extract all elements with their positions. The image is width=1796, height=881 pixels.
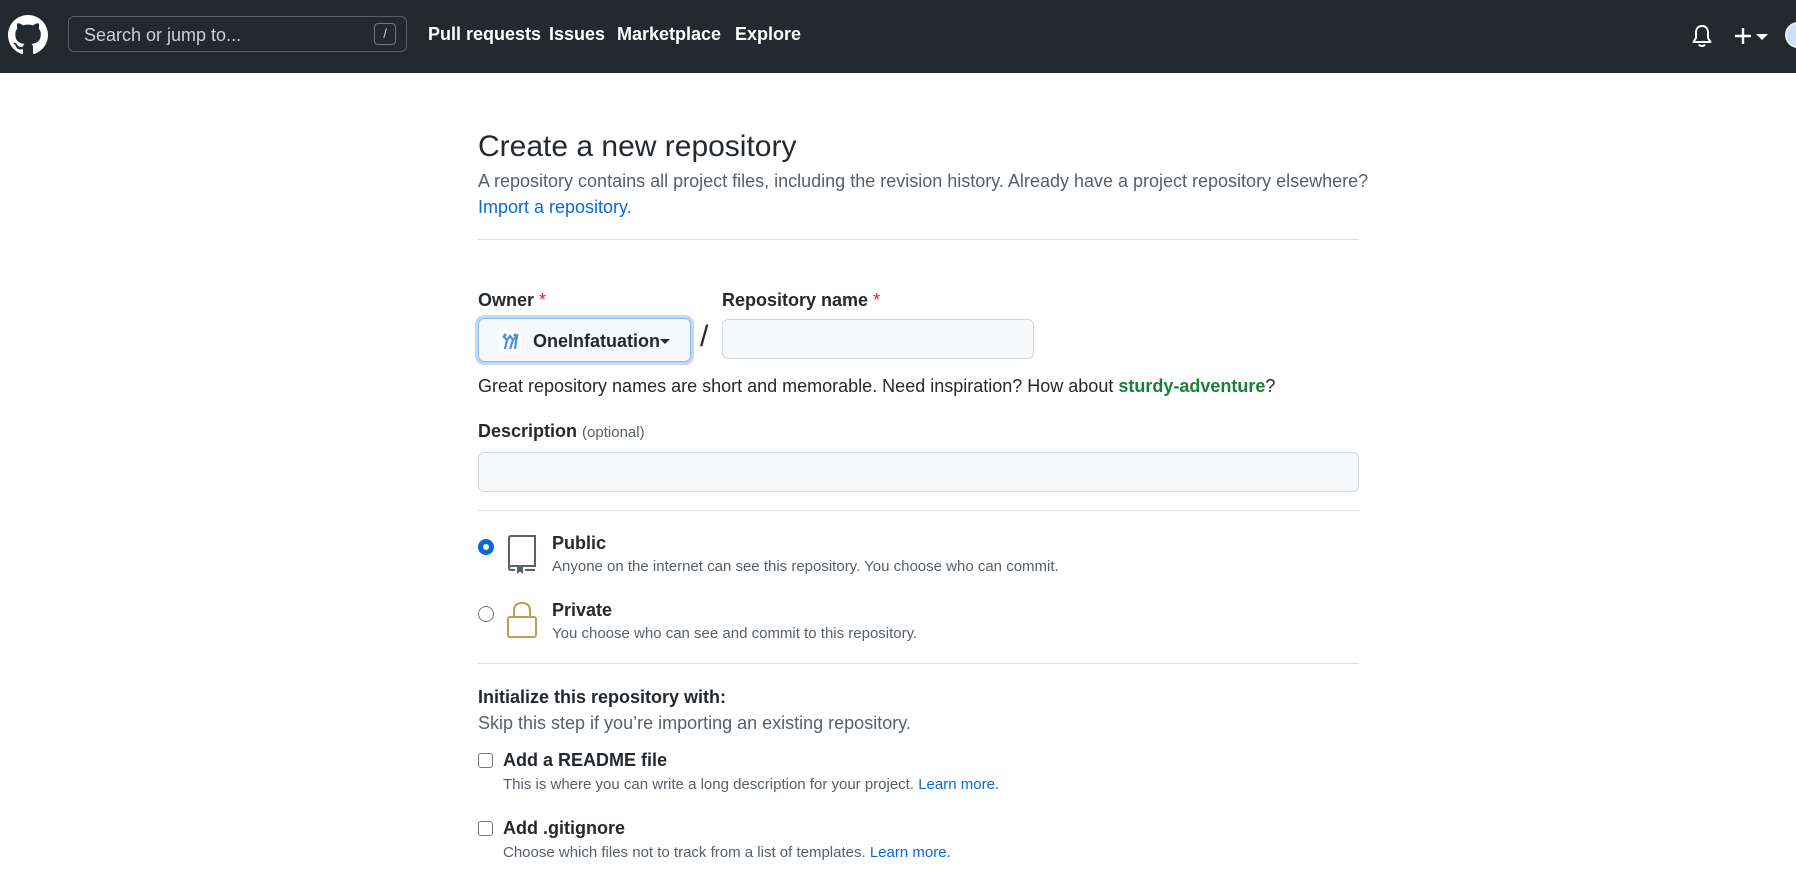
- public-radio[interactable]: [478, 539, 494, 555]
- gitignore-description-text: Choose which files not to track from a l…: [503, 844, 866, 861]
- nav-marketplace[interactable]: Marketplace: [617, 24, 721, 45]
- description-label: Description (optional): [478, 421, 645, 442]
- public-description: Anyone on the internet can see this repo…: [552, 558, 1059, 575]
- private-description: You choose who can see and commit to thi…: [552, 625, 918, 642]
- repo-name-hint: Great repository names are short and mem…: [478, 376, 1275, 397]
- top-header: Search or jump to... / Pull requests Iss…: [0, 0, 1796, 73]
- page-title: Create a new repository: [478, 130, 797, 163]
- readme-label[interactable]: Add a README file: [503, 750, 667, 771]
- public-title: Public: [552, 533, 607, 553]
- owner-label: Owner *: [478, 290, 546, 311]
- divider: [478, 239, 1359, 240]
- hint-suffix: ?: [1265, 376, 1276, 396]
- nav-pull-requests[interactable]: Pull requests: [428, 24, 541, 45]
- readme-description-text: This is where you can write a long descr…: [503, 776, 915, 793]
- owner-chevron-down-icon: [660, 339, 670, 344]
- owner-name: OneInfatuation: [533, 331, 660, 351]
- divider: [478, 663, 1359, 664]
- hint-text: Great repository names are short and mem…: [478, 376, 1119, 396]
- readme-description: This is where you can write a long descr…: [503, 776, 999, 793]
- page-description: A repository contains all project files,…: [478, 171, 1369, 191]
- github-logo-icon[interactable]: [8, 15, 48, 55]
- user-avatar[interactable]: [1785, 22, 1796, 48]
- search-input[interactable]: Search or jump to... /: [68, 16, 407, 52]
- repo-name-label-text: Repository name: [722, 290, 869, 310]
- notifications-bell-icon[interactable]: [1691, 24, 1713, 48]
- gitignore-learn-more-link[interactable]: Learn more.: [870, 844, 951, 861]
- repository-name-input[interactable]: [722, 319, 1034, 359]
- private-title: Private: [552, 600, 613, 620]
- description-input[interactable]: [478, 452, 1359, 492]
- owner-select-button[interactable]: OneInfatuation: [478, 318, 691, 362]
- create-new-plus-icon[interactable]: [1731, 25, 1755, 47]
- owner-repo-separator: /: [700, 320, 709, 353]
- initialize-title: Initialize this repository with:: [478, 687, 727, 707]
- description-label-text: Description: [478, 421, 578, 441]
- owner-avatar-icon: [499, 331, 521, 353]
- divider: [478, 510, 1359, 511]
- optional-tag: (optional): [582, 424, 645, 441]
- repo-name-label: Repository name *: [722, 290, 880, 311]
- readme-checkbox[interactable]: [478, 753, 493, 768]
- gitignore-checkbox[interactable]: [478, 821, 493, 836]
- required-mark: *: [539, 290, 547, 310]
- search-placeholder: Search or jump to...: [84, 25, 242, 45]
- suggested-repo-name[interactable]: sturdy-adventure: [1118, 376, 1265, 396]
- gitignore-description: Choose which files not to track from a l…: [503, 844, 951, 861]
- lock-icon: [507, 601, 537, 638]
- gitignore-label[interactable]: Add .gitignore: [503, 818, 625, 839]
- initialize-subtitle: Skip this step if you’re importing an ex…: [478, 713, 911, 733]
- private-radio[interactable]: [478, 606, 494, 622]
- search-shortcut-key: /: [374, 23, 396, 45]
- readme-learn-more-link[interactable]: Learn more.: [918, 776, 999, 793]
- owner-label-text: Owner: [478, 290, 535, 310]
- create-menu-chevron-down-icon[interactable]: [1756, 34, 1768, 40]
- required-mark: *: [873, 290, 881, 310]
- repo-book-icon: [508, 535, 536, 574]
- import-repository-link[interactable]: Import a repository.: [478, 197, 632, 218]
- nav-explore[interactable]: Explore: [735, 24, 801, 45]
- nav-issues[interactable]: Issues: [549, 24, 605, 45]
